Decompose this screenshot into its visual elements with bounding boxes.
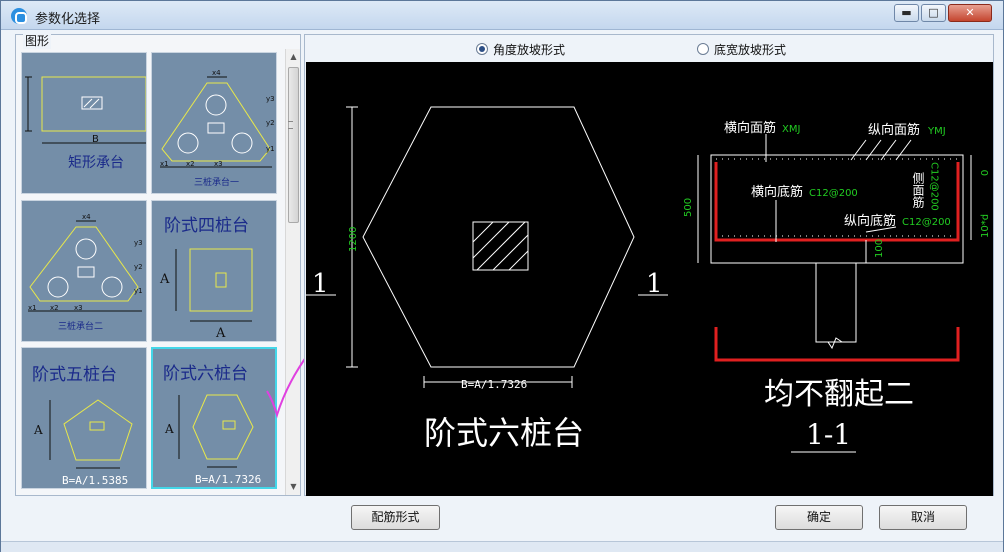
- side-bar-label: 侧面筋: [911, 172, 925, 209]
- thumb-step-six-label: 阶式六桩台: [163, 364, 248, 384]
- height-dim-text: 1200: [348, 227, 359, 252]
- thumb-step-five-label: 阶式五桩台: [32, 365, 117, 385]
- thumb-step-four-label: 阶式四桩台: [164, 216, 249, 236]
- thumb-three-pile-1[interactable]: x4 y3 y2 y1 x1 x2 x3 三桩承台一: [151, 52, 277, 194]
- scroll-down-icon[interactable]: ▼: [286, 479, 301, 494]
- ok-button[interactable]: 确定: [775, 505, 863, 530]
- radio-base-width-slope-dot[interactable]: [697, 43, 709, 55]
- thumb-step-five-pile-drawing: 阶式五桩台 A B=A/1.5385: [32, 365, 133, 487]
- svg-text:x3: x3: [214, 160, 223, 168]
- window-title: 参数化选择: [35, 12, 101, 27]
- svg-text:y2: y2: [266, 119, 275, 127]
- thumb-step-four-pile[interactable]: 阶式四桩台 A A: [151, 200, 277, 342]
- top-bar-v-label: 纵向面筋: [868, 122, 920, 138]
- section-title: 均不翻起二: [764, 377, 914, 412]
- svg-text:A: A: [33, 423, 43, 437]
- svg-text:y3: y3: [266, 95, 275, 103]
- bottom-bar-h-code: C12@200: [809, 188, 858, 199]
- section-mark-left: 1: [312, 269, 329, 299]
- bottom-bar-v-code: C12@200: [902, 217, 951, 228]
- section-mark-right: 1: [646, 269, 663, 299]
- title-bar[interactable]: 参数化选择 ▬ □ ✕: [1, 1, 1003, 30]
- scroll-thumb[interactable]: [288, 67, 299, 223]
- top-bar-h-code: XMJ: [782, 124, 800, 135]
- svg-text:x3: x3: [74, 304, 83, 312]
- app-icon: [11, 8, 27, 24]
- preview-drawing: 1200 1 1 B=A/1.7326 阶式六桩台 横向面筋 XMJ 纵向面筋 …: [306, 106, 991, 453]
- svg-text:A: A: [164, 422, 174, 436]
- thumb-three-pile-2-label: 三桩承台二: [58, 320, 103, 332]
- thumb-three-pile-2-drawing: x4 y3 y2 y1 x1 x2 x3 三桩承台二: [28, 213, 143, 332]
- svg-text:y1: y1: [134, 287, 143, 295]
- thumb-step-six-pile-drawing: 阶式六桩台 A B=A/1.7326: [163, 364, 261, 486]
- drawing-title: 阶式六桩台: [424, 414, 584, 452]
- b-formula-text: B=A/1.7326: [461, 378, 527, 391]
- dim-zero-text: 0: [980, 170, 991, 176]
- minimize-button[interactable]: ▬: [894, 4, 919, 22]
- radio-angle-slope[interactable]: 角度放坡形式: [476, 41, 565, 57]
- svg-text:x2: x2: [50, 304, 59, 312]
- preview-canvas: 1200 1 1 B=A/1.7326 阶式六桩台 横向面筋 XMJ 纵向面筋 …: [306, 62, 993, 496]
- thumb-rect-drawing: B 矩形承台: [25, 76, 146, 171]
- thumb-step-six-pile[interactable]: 阶式六桩台 A B=A/1.7326: [151, 347, 277, 489]
- shape-group-label: 图形: [23, 32, 52, 49]
- dim-100-text: 100: [874, 239, 885, 258]
- thumb-rect-dim: B: [92, 134, 99, 145]
- radio-base-width-slope-label: 底宽放坡形式: [714, 42, 787, 57]
- svg-text:y2: y2: [134, 263, 143, 271]
- bottom-bar-v-label: 纵向底筋: [844, 213, 896, 229]
- svg-text:y1: y1: [266, 145, 275, 153]
- maximize-button[interactable]: □: [921, 4, 946, 22]
- close-button[interactable]: ✕: [948, 4, 992, 22]
- rebar-form-button[interactable]: 配筋形式: [351, 505, 440, 530]
- param-select-window: 参数化选择 ▬ □ ✕ 图形 B 矩形承台 x4 y3 y2 y1 x1 x2 …: [0, 0, 1004, 552]
- side-bar-code: C12@200: [929, 162, 940, 211]
- radio-angle-slope-label: 角度放坡形式: [493, 42, 566, 57]
- thumb-rect-cap[interactable]: B 矩形承台: [21, 52, 147, 194]
- svg-text:x2: x2: [186, 160, 195, 168]
- svg-text:x4: x4: [82, 213, 91, 221]
- thumb-step-five-pile[interactable]: 阶式五桩台 A B=A/1.5385: [21, 347, 147, 489]
- thumb-three-pile-2[interactable]: x4 y3 y2 y1 x1 x2 x3 三桩承台二: [21, 200, 147, 342]
- thumb-step-five-dim: B=A/1.5385: [62, 474, 128, 487]
- thumb-step-six-dim: B=A/1.7326: [195, 473, 261, 486]
- thumb-step-four-dim: A: [215, 326, 226, 341]
- radio-base-width-slope[interactable]: 底宽放坡形式: [697, 41, 786, 57]
- thumb-three-pile-1-drawing: x4 y3 y2 y1 x1 x2 x3 三桩承台一: [160, 69, 275, 188]
- window-bottom-edge: [1, 541, 1003, 552]
- top-bar-h-label: 横向面筋: [724, 120, 776, 136]
- cancel-button[interactable]: 取消: [879, 505, 967, 530]
- dim-10d-text: 10*d: [980, 214, 991, 238]
- svg-text:x4: x4: [212, 69, 221, 77]
- section-label: 1-1: [806, 418, 851, 451]
- shape-list-scrollbar[interactable]: ▲ ▼: [285, 49, 300, 495]
- bottom-bar-h-label: 横向底筋: [751, 184, 803, 200]
- thumb-rect-label: 矩形承台: [68, 155, 124, 171]
- thumb-step-four-pile-drawing: 阶式四桩台 A A: [159, 216, 253, 341]
- svg-text:A: A: [159, 272, 170, 287]
- svg-text:x1: x1: [28, 304, 37, 312]
- svg-text:x1: x1: [160, 160, 169, 168]
- scroll-grip-icon: [288, 121, 293, 129]
- depth-dim-text: 500: [683, 198, 694, 217]
- radio-angle-slope-dot[interactable]: [476, 43, 488, 55]
- scroll-up-icon[interactable]: ▲: [286, 49, 301, 64]
- thumb-three-pile-1-label: 三桩承台一: [194, 176, 239, 188]
- svg-text:y3: y3: [134, 239, 143, 247]
- top-bar-v-code: YMJ: [927, 126, 946, 137]
